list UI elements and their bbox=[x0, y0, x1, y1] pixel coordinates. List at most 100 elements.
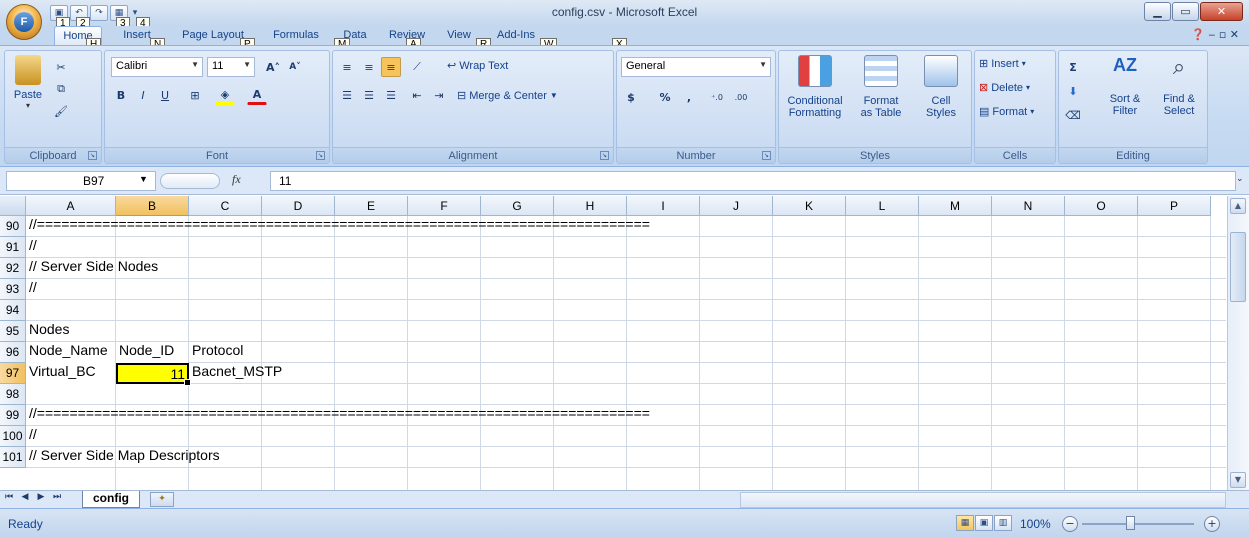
name-box[interactable]: B97 ▼ bbox=[6, 171, 156, 191]
wrap-text-button[interactable]: ↩ Wrap Text bbox=[447, 59, 508, 73]
fill-icon[interactable]: ⬇ bbox=[1063, 81, 1083, 101]
format-as-table-button[interactable]: Format as Table bbox=[849, 55, 913, 119]
normal-view-icon[interactable]: ▦ bbox=[956, 515, 974, 531]
column-header-p[interactable]: P bbox=[1138, 196, 1211, 216]
cell-c[interactable]: Protocol bbox=[189, 342, 243, 363]
row-header[interactable]: 101 bbox=[0, 447, 26, 468]
fill-color-icon[interactable]: ◈ bbox=[215, 85, 235, 105]
cell-b[interactable]: Node_ID bbox=[116, 342, 188, 363]
cell-a[interactable]: Virtual_BC bbox=[26, 363, 115, 384]
worksheet-grid[interactable]: A B C D E F G H I J K L M N O P 90//====================… bbox=[0, 196, 1249, 490]
comma-icon[interactable]: , bbox=[679, 87, 699, 107]
last-sheet-icon[interactable]: ⏭ bbox=[50, 492, 64, 502]
cell-styles-button[interactable]: Cell Styles bbox=[915, 55, 967, 119]
zoom-slider[interactable] bbox=[1082, 523, 1194, 525]
column-header-h[interactable]: H bbox=[554, 196, 627, 216]
zoom-level[interactable]: 100% bbox=[1020, 517, 1051, 531]
bold-icon[interactable]: B bbox=[111, 85, 131, 105]
alignment-launcher-icon[interactable]: ↘ bbox=[600, 151, 609, 160]
align-middle-icon[interactable]: ≡ bbox=[359, 57, 379, 77]
first-sheet-icon[interactable]: ⏮ bbox=[2, 492, 16, 502]
office-button[interactable]: F bbox=[6, 4, 42, 40]
formula-input[interactable]: 11 bbox=[270, 171, 1236, 191]
row-header[interactable]: 96 bbox=[0, 342, 26, 363]
cell-a[interactable]: Nodes bbox=[26, 321, 686, 342]
grow-font-icon[interactable]: A˄ bbox=[263, 57, 283, 77]
delete-cells-button[interactable]: ⊠ Delete ▾ bbox=[979, 81, 1030, 95]
row-header[interactable]: 91 bbox=[0, 237, 26, 258]
insert-sheet-icon[interactable]: ✦ bbox=[150, 492, 174, 507]
align-top-icon[interactable]: ≡ bbox=[337, 57, 357, 77]
maximize-button[interactable]: ▭ bbox=[1172, 2, 1199, 21]
row-header[interactable]: 97 bbox=[0, 363, 26, 384]
copy-icon[interactable]: ⧉ bbox=[51, 79, 71, 99]
merge-center-button[interactable]: ⊟ Merge & Center ▼ bbox=[457, 89, 558, 103]
shrink-font-icon[interactable]: A˅ bbox=[285, 57, 305, 77]
align-center-icon[interactable]: ☰ bbox=[359, 85, 379, 105]
column-header-n[interactable]: N bbox=[992, 196, 1065, 216]
font-color-icon[interactable]: A bbox=[247, 85, 267, 105]
column-header-o[interactable]: O bbox=[1065, 196, 1138, 216]
increase-decimal-icon[interactable]: ⁺.0 bbox=[707, 87, 727, 107]
next-sheet-icon[interactable]: ▶ bbox=[34, 492, 48, 502]
cell-c[interactable]: Bacnet_MSTP bbox=[189, 363, 282, 384]
insert-function-icon[interactable]: fx bbox=[232, 172, 241, 187]
column-header-k[interactable]: K bbox=[773, 196, 846, 216]
scroll-down-icon[interactable]: ▼ bbox=[1230, 472, 1246, 488]
cut-icon[interactable]: ✂ bbox=[51, 57, 71, 77]
row-header[interactable]: 95 bbox=[0, 321, 26, 342]
percent-icon[interactable]: % bbox=[655, 87, 675, 107]
zoom-out-icon[interactable]: − bbox=[1062, 516, 1078, 532]
cell-a[interactable]: // Server Side Map Descriptors bbox=[26, 447, 686, 468]
row-header[interactable]: 100 bbox=[0, 426, 26, 447]
close-button[interactable]: ✕ bbox=[1200, 2, 1243, 21]
tab-view[interactable]: View bbox=[438, 26, 480, 45]
cell-a[interactable]: // bbox=[26, 426, 686, 447]
help-icon[interactable]: ❓ ‒ ▫ ✕ bbox=[1191, 28, 1239, 41]
column-header-l[interactable]: L bbox=[846, 196, 919, 216]
cell-a[interactable]: // Server Side Nodes bbox=[26, 258, 686, 279]
row-header[interactable]: 90 bbox=[0, 216, 26, 237]
sheet-tab-config[interactable]: config bbox=[82, 491, 140, 508]
page-layout-view-icon[interactable]: ▣ bbox=[975, 515, 993, 531]
currency-icon[interactable]: $ bbox=[621, 87, 641, 107]
redo-icon[interactable]: ↷ bbox=[90, 5, 108, 21]
vertical-scrollbar[interactable]: ▲ ▼ bbox=[1227, 196, 1249, 490]
row-header[interactable]: 98 bbox=[0, 384, 26, 405]
align-right-icon[interactable]: ☰ bbox=[381, 85, 401, 105]
row-header[interactable]: 99 bbox=[0, 405, 26, 426]
decrease-indent-icon[interactable]: ⇤ bbox=[407, 85, 427, 105]
cell-a[interactable]: //======================================… bbox=[26, 216, 686, 237]
prev-sheet-icon[interactable]: ◀ bbox=[18, 492, 32, 502]
borders-icon[interactable]: ⊞ bbox=[185, 85, 205, 105]
increase-indent-icon[interactable]: ⇥ bbox=[429, 85, 449, 105]
page-break-view-icon[interactable]: ▥ bbox=[994, 515, 1012, 531]
number-format-select[interactable]: General ▼ bbox=[621, 57, 771, 77]
active-cell[interactable]: 11 bbox=[116, 363, 191, 386]
format-cells-button[interactable]: ▤ Format ▾ bbox=[979, 105, 1034, 119]
cell-a[interactable]: // bbox=[26, 279, 686, 300]
row-header[interactable]: 92 bbox=[0, 258, 26, 279]
minimize-button[interactable]: ▁ bbox=[1144, 2, 1171, 21]
autosum-icon[interactable]: Σ bbox=[1063, 57, 1083, 77]
format-painter-icon[interactable]: 🖌 bbox=[51, 101, 71, 121]
column-header-m[interactable]: M bbox=[919, 196, 992, 216]
clear-icon[interactable]: ⌫ bbox=[1063, 105, 1083, 125]
column-header-f[interactable]: F bbox=[408, 196, 481, 216]
scroll-up-icon[interactable]: ▲ bbox=[1230, 198, 1246, 214]
italic-icon[interactable]: I bbox=[133, 85, 153, 105]
column-header-e[interactable]: E bbox=[335, 196, 408, 216]
zoom-slider-thumb[interactable] bbox=[1126, 516, 1135, 530]
sort-filter-button[interactable]: AZ Sort & Filter bbox=[1099, 55, 1151, 117]
column-header-g[interactable]: G bbox=[481, 196, 554, 216]
clipboard-launcher-icon[interactable]: ↘ bbox=[88, 151, 97, 160]
align-bottom-icon[interactable]: ≡ bbox=[381, 57, 401, 77]
decrease-decimal-icon[interactable]: .00 bbox=[731, 87, 751, 107]
scroll-thumb[interactable] bbox=[1230, 232, 1246, 302]
expand-formula-bar-icon[interactable]: ⌄ bbox=[1236, 174, 1247, 188]
conditional-formatting-button[interactable]: Conditional Formatting bbox=[783, 55, 847, 119]
find-select-button[interactable]: ⌕ Find & Select bbox=[1153, 55, 1205, 117]
font-launcher-icon[interactable]: ↘ bbox=[316, 151, 325, 160]
zoom-in-icon[interactable]: + bbox=[1204, 516, 1220, 532]
column-header-b[interactable]: B bbox=[116, 196, 189, 216]
